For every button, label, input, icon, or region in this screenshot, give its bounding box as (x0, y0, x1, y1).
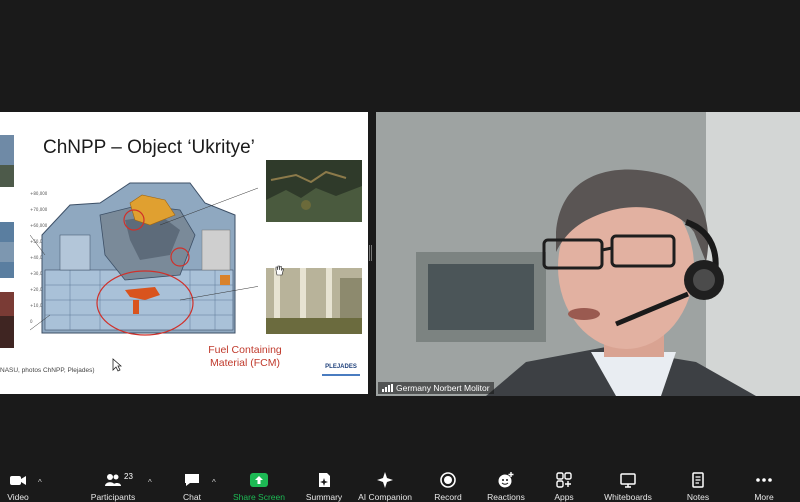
slide-title: ChNPP – Object ‘Ukritye’ (43, 137, 255, 158)
video-camera-icon (10, 476, 26, 485)
participant-name-tag: Germany Norbert Molitor (378, 382, 494, 394)
elevation-label: +80,000 (30, 191, 48, 196)
whiteboards-button-label: Whiteboards (604, 492, 652, 502)
apps-button-label: Apps (554, 492, 574, 502)
sparkle-icon (377, 472, 393, 488)
summary-icon (319, 473, 330, 487)
more-dots-icon (756, 478, 772, 482)
plejades-logo: PLEJADES (322, 364, 360, 376)
participants-count-badge: 23 (124, 472, 133, 481)
video-button-label: Video (7, 492, 29, 502)
reactions-icon (498, 472, 514, 488)
reactions-button[interactable]: Reactions (484, 468, 528, 502)
meeting-toolbar: Video ^ 23 Participants ^ Chat ^ Share S… (0, 468, 800, 502)
record-button[interactable]: Record (428, 468, 468, 502)
chat-options-chevron-up-icon[interactable]: ^ (212, 478, 216, 487)
share-screen-button[interactable]: Share Screen (230, 468, 288, 502)
elevation-label: +60,000 (30, 223, 48, 228)
video-button[interactable]: Video (0, 468, 40, 502)
notes-button[interactable]: Notes (678, 468, 718, 502)
share-screen-icon (250, 473, 268, 487)
participants-button-label: Participants (90, 492, 136, 502)
slide-left-photo-middle (0, 222, 14, 278)
more-button-label: More (754, 492, 774, 502)
participant-video-tile (376, 112, 800, 396)
meeting-stage: ChNPP – Object ‘Ukritye’ +80,000 +70,000… (0, 0, 800, 468)
record-icon (440, 472, 456, 488)
hand-cursor-icon (275, 265, 284, 276)
split-view-resize-handle[interactable] (369, 245, 372, 261)
summary-button[interactable]: Summary (300, 468, 348, 502)
slide-credit-text: NASU, photos ChNPP, Plejades) (0, 367, 95, 374)
signal-strength-icon (382, 384, 393, 392)
ai-companion-button-label: AI Companion (358, 492, 412, 502)
slide-left-photo-bottom (0, 292, 14, 348)
mouse-cursor-icon (112, 358, 122, 372)
chat-bubble-icon (185, 474, 199, 486)
summary-button-label: Summary (305, 492, 343, 502)
slide-left-photo-top (0, 135, 14, 187)
reactor-cross-section-diagram: +80,000 +70,000 +60,000 +50,000 +40,000 … (30, 175, 258, 340)
participant-video-frame (376, 112, 800, 396)
participant-name: Germany Norbert Molitor (396, 383, 490, 393)
whiteboard-icon (620, 473, 636, 488)
ai-companion-button[interactable]: AI Companion (352, 468, 418, 502)
slide-photo-corridor (266, 268, 362, 334)
whiteboards-button[interactable]: Whiteboards (600, 468, 656, 502)
participants-button[interactable]: 23 Participants (86, 468, 140, 502)
notes-button-label: Notes (686, 492, 710, 502)
participants-icon (105, 474, 121, 486)
apps-icon (556, 472, 572, 488)
elevation-label: +70,000 (30, 207, 48, 212)
share-screen-button-label: Share Screen (233, 492, 285, 502)
more-button[interactable]: More (744, 468, 784, 502)
record-button-label: Record (434, 492, 462, 502)
reactions-button-label: Reactions (487, 492, 525, 502)
video-options-chevron-up-icon[interactable]: ^ (38, 478, 42, 487)
notes-icon (692, 472, 704, 488)
fcm-annotation: Fuel Containing Material (FCM) (208, 344, 282, 369)
apps-button[interactable]: Apps (546, 468, 582, 502)
slide-photo-rubble (266, 160, 362, 222)
participants-options-chevron-up-icon[interactable]: ^ (148, 478, 152, 487)
chat-button-label: Chat (183, 492, 201, 502)
chat-button[interactable]: Chat (172, 468, 212, 502)
